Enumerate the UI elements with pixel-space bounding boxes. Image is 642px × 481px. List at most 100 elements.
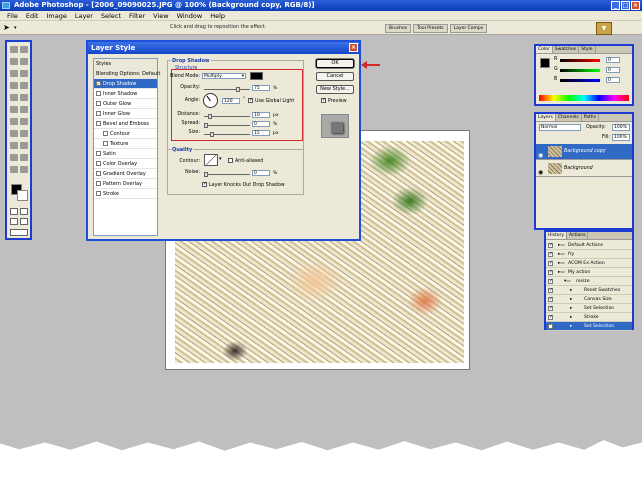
style-item[interactable]: Outer Glow bbox=[94, 99, 157, 109]
full-screen-icon[interactable] bbox=[20, 218, 28, 225]
panel-tab[interactable]: History bbox=[546, 232, 568, 239]
style-checkbox[interactable] bbox=[96, 171, 101, 176]
blend-mode-select[interactable]: Multiply ▾ bbox=[202, 73, 246, 79]
eye-icon[interactable]: ◉ bbox=[538, 165, 543, 181]
action-item[interactable]: ▸ Reset Swatches bbox=[546, 286, 632, 295]
style-checkbox[interactable] bbox=[96, 91, 101, 96]
panel-tab[interactable]: Paths bbox=[582, 114, 599, 121]
action-item[interactable]: ▸▭My action bbox=[546, 268, 632, 277]
move-tool-icon[interactable]: ➤ bbox=[3, 23, 13, 33]
tool-icon[interactable] bbox=[20, 142, 28, 149]
standard-mode-icon[interactable] bbox=[10, 208, 18, 215]
cancel-button[interactable]: Cancel bbox=[316, 72, 354, 81]
opacity-slider[interactable] bbox=[204, 87, 250, 92]
panel-tab[interactable]: Color bbox=[536, 46, 553, 53]
channel-value[interactable]: 0 bbox=[606, 57, 620, 63]
preview-checkbox[interactable] bbox=[321, 97, 326, 103]
tool-icon[interactable] bbox=[20, 82, 28, 89]
layer-row[interactable]: ◉ Background copy bbox=[536, 144, 632, 160]
background-color-swatch[interactable] bbox=[17, 190, 28, 201]
action-item[interactable]: ▸▭fry bbox=[546, 250, 632, 259]
panel-tab[interactable]: Layers bbox=[536, 114, 556, 121]
menu-layer[interactable]: Layer bbox=[71, 12, 97, 20]
action-item[interactable]: ▸ Stroke bbox=[546, 313, 632, 322]
tool-icon[interactable] bbox=[10, 106, 18, 113]
tool-icon[interactable] bbox=[10, 142, 18, 149]
tool-icon[interactable] bbox=[10, 130, 18, 137]
tool-icon[interactable] bbox=[20, 94, 28, 101]
screen-mode-icon[interactable] bbox=[10, 218, 18, 225]
menu-view[interactable]: View bbox=[149, 12, 172, 20]
distance-slider[interactable] bbox=[204, 114, 250, 119]
action-item[interactable]: ▾▭ resize bbox=[546, 277, 632, 286]
tool-icon[interactable] bbox=[10, 82, 18, 89]
style-item[interactable]: Blending Options: Default bbox=[94, 69, 160, 79]
distance-slider-knob[interactable] bbox=[208, 114, 212, 119]
spread-field[interactable]: 0 bbox=[252, 121, 270, 127]
quick-mask-icon[interactable] bbox=[20, 208, 28, 215]
size-slider-knob[interactable] bbox=[210, 132, 214, 137]
channel-slider[interactable] bbox=[560, 59, 600, 62]
style-item[interactable]: Gradient Overlay bbox=[94, 169, 157, 179]
channel-slider[interactable] bbox=[560, 79, 600, 82]
channel-value[interactable]: 0 bbox=[606, 67, 620, 73]
contour-picker[interactable] bbox=[204, 154, 218, 166]
dialog-close-icon[interactable]: × bbox=[349, 43, 358, 52]
style-checkbox[interactable] bbox=[103, 131, 108, 136]
action-toggle-checkbox[interactable] bbox=[548, 259, 553, 268]
minimize-button[interactable]: _ bbox=[611, 1, 620, 10]
action-toggle-checkbox[interactable] bbox=[548, 304, 553, 313]
maximize-button[interactable]: □ bbox=[621, 1, 630, 10]
style-checkbox[interactable] bbox=[96, 101, 101, 106]
well-tab[interactable]: Brushes bbox=[385, 24, 412, 33]
style-item[interactable]: Color Overlay bbox=[94, 159, 157, 169]
anti-aliased-checkbox[interactable] bbox=[228, 158, 233, 163]
action-item[interactable]: ▸ Set Selection bbox=[546, 304, 632, 313]
action-item[interactable]: ▸▭ACOM Ex Action bbox=[546, 259, 632, 268]
style-item[interactable]: Inner Glow bbox=[94, 109, 157, 119]
action-toggle-checkbox[interactable] bbox=[548, 277, 553, 286]
tool-icon[interactable] bbox=[10, 94, 18, 101]
dialog-title-bar[interactable]: Layer Style × bbox=[88, 42, 359, 54]
action-toggle-checkbox[interactable] bbox=[548, 313, 553, 322]
tool-preset-chevron-icon[interactable]: ▾ bbox=[14, 25, 17, 31]
action-item[interactable]: ▸ Set Selection bbox=[546, 322, 632, 331]
tool-icon[interactable] bbox=[20, 118, 28, 125]
preview-option[interactable]: Preview bbox=[321, 97, 347, 104]
style-checkbox[interactable] bbox=[96, 111, 101, 116]
layer-row[interactable]: ◉ Background bbox=[536, 161, 632, 177]
well-tab[interactable]: Tool Presets bbox=[413, 24, 448, 33]
style-item[interactable]: Pattern Overlay bbox=[94, 179, 157, 189]
global-light-checkbox[interactable] bbox=[248, 97, 253, 103]
tool-icon[interactable] bbox=[10, 46, 18, 53]
tool-icon[interactable] bbox=[20, 166, 28, 173]
size-field[interactable]: 15 bbox=[252, 130, 270, 136]
channel-value[interactable]: 0 bbox=[606, 77, 620, 83]
close-button[interactable]: × bbox=[631, 1, 640, 10]
panel-tab[interactable]: Swatches bbox=[553, 46, 580, 53]
action-toggle-checkbox[interactable] bbox=[548, 286, 553, 295]
style-item[interactable]: Contour bbox=[94, 129, 157, 139]
spread-slider[interactable] bbox=[204, 123, 250, 128]
style-item[interactable]: Texture bbox=[94, 139, 157, 149]
angle-field[interactable]: 120 bbox=[222, 98, 240, 104]
tool-icon[interactable] bbox=[10, 154, 18, 161]
channel-slider[interactable] bbox=[560, 69, 600, 72]
opacity-slider-knob[interactable] bbox=[236, 87, 240, 92]
menu-window[interactable]: Window bbox=[173, 12, 207, 20]
tool-icon[interactable] bbox=[20, 58, 28, 65]
style-checkbox[interactable]: ✓ bbox=[96, 81, 101, 86]
global-light-option[interactable]: Use Global Light bbox=[248, 97, 294, 104]
color-spectrum-ramp[interactable] bbox=[539, 95, 629, 101]
contour-chevron-icon[interactable]: ▾ bbox=[219, 156, 222, 162]
tool-icon[interactable] bbox=[20, 46, 28, 53]
anti-aliased-option[interactable]: Anti-aliased bbox=[228, 158, 263, 164]
tool-icon[interactable] bbox=[20, 106, 28, 113]
tool-icon[interactable] bbox=[20, 130, 28, 137]
menu-help[interactable]: Help bbox=[206, 12, 229, 20]
layer-fill-field[interactable]: 100% bbox=[612, 134, 630, 141]
tool-icon[interactable] bbox=[20, 154, 28, 161]
shadow-color-swatch[interactable] bbox=[250, 72, 263, 80]
color-fg-swatch[interactable] bbox=[540, 58, 550, 68]
action-item[interactable]: ▸▭Default Actions bbox=[546, 241, 632, 250]
